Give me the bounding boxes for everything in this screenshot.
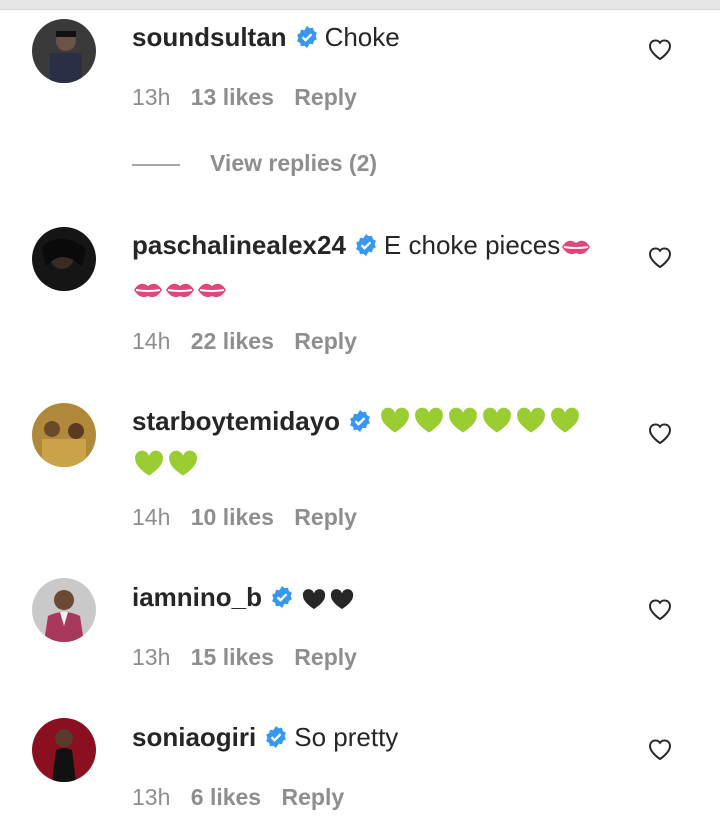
black-heart-icon (300, 583, 328, 621)
comment-meta: 14h 10 likes Reply (132, 504, 371, 531)
like-heart-icon[interactable] (647, 421, 673, 445)
username[interactable]: soniaogiri (132, 722, 256, 752)
like-heart-icon[interactable] (647, 737, 673, 761)
replies-divider (132, 163, 180, 166)
username[interactable]: starboytemidayo (132, 406, 340, 436)
reply-button[interactable]: Reply (294, 84, 357, 110)
comment-body: E choke pieces (383, 230, 561, 260)
green-heart-icon (378, 405, 412, 445)
timestamp: 13h (132, 84, 171, 110)
verified-badge-icon (266, 726, 287, 748)
comment-meta: 13h 13 likes Reply (132, 84, 371, 111)
view-replies-label: View replies (2) (210, 150, 378, 176)
avatar[interactable] (32, 19, 96, 83)
username[interactable]: iamnino_b (132, 582, 262, 612)
likes-count[interactable]: 15 likes (191, 644, 274, 670)
comment-text: iamnino_b (132, 578, 622, 621)
reply-button[interactable]: Reply (294, 328, 357, 354)
verified-badge-icon (272, 586, 292, 608)
verified-badge-icon (350, 410, 370, 432)
comment-text: soniaogiri So pretty (132, 718, 622, 756)
timestamp: 13h (132, 784, 171, 810)
reply-button[interactable]: Reply (282, 784, 345, 810)
verified-badge-icon (356, 234, 376, 256)
top-divider (0, 0, 720, 10)
username[interactable]: soundsultan (132, 22, 287, 52)
likes-count[interactable]: 6 likes (191, 784, 261, 810)
green-heart-icon (412, 405, 446, 445)
green-heart-icon (132, 448, 166, 488)
green-heart-icon (446, 405, 480, 445)
username[interactable]: paschalinealex24 (132, 230, 346, 260)
avatar[interactable] (32, 718, 96, 782)
timestamp: 14h (132, 328, 171, 354)
kiss-mark-icon (196, 274, 228, 312)
kiss-mark-icon (132, 274, 164, 312)
like-heart-icon[interactable] (647, 245, 673, 269)
kiss-mark-icon (164, 274, 196, 312)
reply-button[interactable]: Reply (294, 644, 357, 670)
verified-badge-icon (296, 26, 317, 48)
timestamp: 13h (132, 644, 171, 670)
black-heart-icon (328, 583, 356, 621)
green-heart-icon (548, 405, 582, 445)
green-heart-icon (480, 405, 514, 445)
kiss-mark-icon (560, 231, 592, 269)
view-replies-button[interactable]: View replies (2) (132, 150, 377, 177)
reply-button[interactable]: Reply (294, 504, 357, 530)
avatar[interactable] (32, 227, 96, 291)
avatar[interactable] (32, 578, 96, 642)
comment-body: Choke (324, 22, 400, 52)
likes-count[interactable]: 10 likes (191, 504, 274, 530)
comment-text: paschalinealex24 E choke pieces (132, 226, 622, 312)
comment-text: starboytemidayo (132, 402, 622, 488)
comment-meta: 13h 6 likes Reply (132, 784, 358, 811)
comment-meta: 14h 22 likes Reply (132, 328, 371, 355)
like-heart-icon[interactable] (647, 597, 673, 621)
likes-count[interactable]: 22 likes (191, 328, 274, 354)
green-heart-icon (514, 405, 548, 445)
comment-text: soundsultan Choke (132, 18, 622, 56)
likes-count[interactable]: 13 likes (191, 84, 274, 110)
like-heart-icon[interactable] (647, 37, 673, 61)
comment-body: So pretty (294, 722, 399, 752)
green-heart-icon (166, 448, 200, 488)
comment-meta: 13h 15 likes Reply (132, 644, 371, 671)
avatar[interactable] (32, 403, 96, 467)
timestamp: 14h (132, 504, 171, 530)
